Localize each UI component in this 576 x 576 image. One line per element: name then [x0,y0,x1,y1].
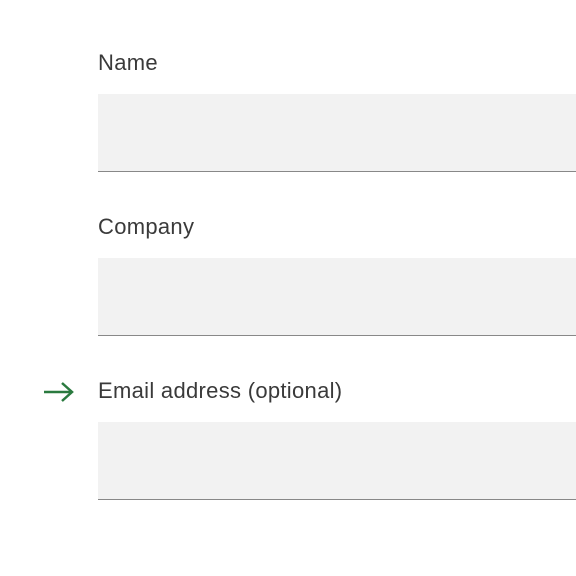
company-input[interactable] [98,258,576,336]
company-label: Company [98,214,576,240]
form-group-name: Name [98,50,576,172]
form-group-company: Company [98,214,576,336]
name-label: Name [98,50,576,76]
form-group-email: Email address (optional) [98,378,576,500]
email-input[interactable] [98,422,576,500]
email-label: Email address (optional) [98,378,576,404]
arrow-right-icon [42,380,76,404]
form-container: Name Company Email address (optional) [0,0,576,500]
name-input[interactable] [98,94,576,172]
